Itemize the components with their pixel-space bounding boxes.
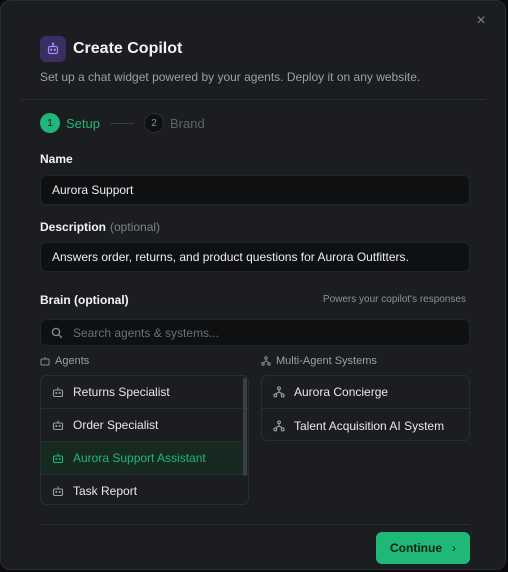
search-input[interactable]: [71, 324, 455, 341]
continue-label: Continue: [390, 541, 442, 555]
name-label: Name: [40, 152, 73, 166]
hierarchy-icon: [273, 419, 285, 431]
description-label: Description (optional): [40, 220, 160, 234]
agent-item-label: Aurora Support Assistant: [73, 451, 206, 465]
copilot-robot-icon: [40, 36, 66, 62]
robot-icon: [52, 486, 64, 497]
brain-search[interactable]: [40, 319, 470, 346]
step-2-number[interactable]: 2: [143, 113, 164, 133]
hierarchy-icon: [273, 386, 285, 398]
system-item-aurora-concierge[interactable]: Aurora Concierge: [262, 376, 469, 409]
agents-list[interactable]: Returns Specialist Order Specialist Auro…: [40, 375, 249, 505]
agent-item-returns-specialist[interactable]: Returns Specialist: [41, 376, 248, 409]
system-item-talent-acquisition[interactable]: Talent Acquisition AI System: [262, 409, 469, 440]
agents-heading: Agents: [40, 355, 89, 367]
description-label-text: Description: [40, 220, 107, 234]
dialog-subtitle: Set up a chat widget powered by your age…: [40, 70, 421, 84]
agents-scrollbar[interactable]: [243, 378, 247, 476]
robot-icon: [52, 387, 64, 398]
robot-icon: [52, 420, 64, 431]
description-optional: (optional): [110, 220, 161, 234]
step-1-number[interactable]: 1: [40, 113, 60, 133]
agent-item-label: Order Specialist: [73, 418, 159, 432]
stepper: 1 Setup 2 Brand: [40, 113, 205, 133]
systems-heading: Multi-Agent Systems: [261, 355, 377, 367]
system-item-label: Talent Acquisition AI System: [294, 418, 445, 433]
chevron-right-icon: ›: [452, 541, 456, 555]
agents-heading-label: Agents: [55, 355, 90, 367]
step-1-label[interactable]: Setup: [66, 116, 100, 131]
continue-button[interactable]: Continue ›: [376, 532, 470, 564]
agent-item-aurora-support-assistant[interactable]: Aurora Support Assistant: [41, 442, 248, 475]
robot-icon: [40, 357, 50, 366]
dialog-header: Create Copilot: [40, 36, 182, 62]
name-input[interactable]: Aurora Support: [40, 175, 470, 205]
step-connector: [109, 122, 134, 124]
hierarchy-icon: [261, 356, 271, 366]
agent-item-label: Returns Specialist: [73, 385, 170, 399]
create-copilot-dialog: × Create Copilot Set up a chat widget po…: [0, 0, 506, 570]
agent-item-order-specialist[interactable]: Order Specialist: [41, 409, 248, 442]
description-input[interactable]: Answers order, returns, and product ques…: [40, 242, 470, 272]
agent-item-task-report[interactable]: Task Report: [41, 475, 248, 504]
brain-hint: Powers your copilot's responses: [322, 294, 466, 305]
close-icon[interactable]: ×: [471, 11, 491, 31]
brain-label: Brain (optional): [40, 293, 129, 307]
systems-heading-label: Multi-Agent Systems: [276, 355, 377, 367]
header-divider: [20, 99, 486, 100]
agent-item-label: Task Report: [73, 484, 138, 498]
search-icon: [51, 327, 63, 338]
system-item-label: Aurora Concierge: [294, 385, 389, 399]
robot-icon: [52, 453, 64, 464]
footer-divider: [40, 524, 470, 525]
step-2-label[interactable]: Brand: [170, 116, 205, 131]
dialog-title: Create Copilot: [73, 40, 183, 57]
systems-list[interactable]: Aurora Concierge Talent Acquisition AI S…: [261, 375, 470, 441]
